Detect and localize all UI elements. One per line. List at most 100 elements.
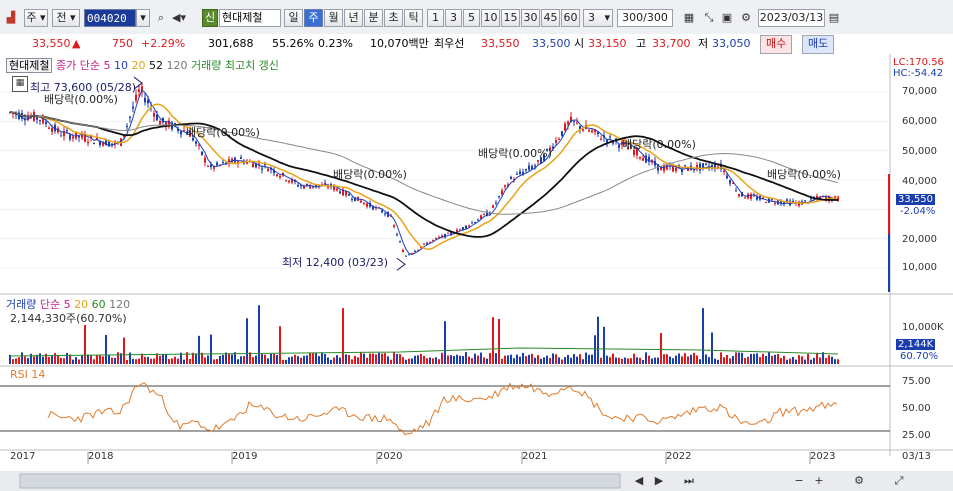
- volume-bar: [603, 326, 605, 364]
- search-icon[interactable]: ⌕: [152, 9, 170, 27]
- interval-select-value: 3: [588, 11, 595, 24]
- current-price-tag: 33,550: [896, 194, 935, 205]
- chart-type-icon[interactable]: ▟: [2, 9, 20, 27]
- tab-month[interactable]: 월: [324, 9, 343, 27]
- expand-icon[interactable]: ⤢: [890, 472, 908, 490]
- new-badge: 신: [202, 9, 218, 27]
- save-icon[interactable]: ▣: [718, 9, 736, 27]
- interval-15-button[interactable]: 15: [501, 9, 520, 27]
- volume-bar: [720, 352, 722, 364]
- volume-bar: [108, 354, 110, 364]
- tab-minute[interactable]: 분: [364, 9, 383, 27]
- volume-bar: [69, 354, 71, 364]
- interval-60-button[interactable]: 60: [561, 9, 580, 27]
- ma-period-10: 10: [113, 59, 128, 72]
- tab-week[interactable]: 주: [304, 9, 323, 27]
- volume-bar: [60, 357, 62, 364]
- candle-body: [702, 163, 704, 168]
- volume-bar: [579, 354, 581, 364]
- tab-tick-label: 틱: [408, 11, 419, 24]
- volume-bar: [684, 353, 686, 364]
- market-select[interactable]: 전 ▾: [52, 9, 80, 27]
- buy-button[interactable]: 매수: [760, 35, 793, 54]
- interval-30-label: 30: [523, 11, 538, 24]
- interval-1-button[interactable]: 1: [427, 9, 444, 27]
- volume-bar: [279, 326, 281, 364]
- candle-body: [279, 175, 281, 178]
- candle-body: [39, 119, 41, 121]
- tab-year[interactable]: 년: [344, 9, 363, 27]
- candle-body: [528, 165, 530, 170]
- volume-bar: [558, 357, 560, 364]
- candle-body: [498, 195, 500, 197]
- tab-day[interactable]: 일: [284, 9, 303, 27]
- stock-code-input[interactable]: [84, 9, 136, 27]
- tab-week-label: 주: [308, 11, 319, 24]
- interval-3-button[interactable]: 3: [445, 9, 462, 27]
- volume-bar: [660, 333, 662, 364]
- volume-bar: [432, 358, 434, 364]
- count-box[interactable]: 300/300: [617, 9, 673, 27]
- candle-body: [180, 131, 182, 135]
- volume-bar: [450, 355, 452, 364]
- volume-bar: [396, 353, 398, 364]
- volume-bar: [762, 353, 764, 364]
- volume-bar: [687, 356, 689, 364]
- volume-bar: [150, 358, 152, 364]
- scroll-right-icon[interactable]: ▶: [650, 472, 668, 490]
- dividend-label: 배당락(0.00%): [622, 138, 696, 151]
- volume-bar: [153, 358, 155, 364]
- volume-bar: [561, 359, 563, 364]
- volume-bar: [792, 356, 794, 364]
- code-dropdown-button[interactable]: ▾: [136, 9, 150, 27]
- candle-body: [351, 198, 353, 200]
- sell-button[interactable]: 매도: [802, 35, 835, 54]
- volume-bar: [63, 358, 65, 364]
- interval-10-button[interactable]: 10: [481, 9, 500, 27]
- tab-tick[interactable]: 틱: [404, 9, 423, 27]
- volume-bar: [837, 359, 839, 364]
- table-icon[interactable]: ▦: [12, 76, 28, 92]
- speaker-icon[interactable]: ◀▾: [170, 9, 188, 27]
- volume-bar: [780, 358, 782, 364]
- volume-bar: [543, 357, 545, 364]
- candle-body: [705, 163, 707, 165]
- price-tick: 20,000: [902, 234, 937, 245]
- volume-bar: [639, 357, 641, 364]
- volume-bar: [492, 317, 494, 364]
- interval-5-button[interactable]: 5: [463, 9, 480, 27]
- volume-bar: [327, 357, 329, 364]
- candle-body: [129, 116, 131, 118]
- date-field[interactable]: 2023/03/13: [758, 9, 825, 27]
- price-tick: 50,000: [902, 146, 937, 157]
- volume-bar: [705, 354, 707, 364]
- interval-45-button[interactable]: 45: [541, 9, 560, 27]
- volume-bar: [636, 357, 638, 364]
- stock-chart[interactable]: [0, 54, 953, 491]
- zoom-in-icon[interactable]: +: [810, 472, 828, 490]
- volume-bar: [321, 352, 323, 364]
- gear-icon[interactable]: ⚙: [737, 9, 755, 27]
- settings-icon[interactable]: ⚙: [850, 472, 868, 490]
- interval-30-button[interactable]: 30: [521, 9, 540, 27]
- period-type-select[interactable]: 주 ▾: [24, 9, 48, 27]
- candle-body: [609, 136, 611, 138]
- calendar-icon[interactable]: ▤: [825, 9, 843, 27]
- interval-3-label: 3: [450, 11, 457, 24]
- grid-icon[interactable]: ▦: [680, 9, 698, 27]
- tab-second[interactable]: 초: [384, 9, 403, 27]
- rsi-tick: 25.00: [902, 430, 931, 441]
- volume-bar: [237, 359, 239, 364]
- draw-line-icon[interactable]: ⤡: [700, 9, 718, 27]
- volume-bar: [255, 355, 257, 364]
- volume-bar: [351, 359, 353, 364]
- scroll-left-icon[interactable]: ◀: [630, 472, 648, 490]
- interval-select[interactable]: 3 ▾: [583, 9, 613, 27]
- volume-bar: [297, 356, 299, 364]
- volume-bar: [678, 353, 680, 364]
- scroll-end-icon[interactable]: ⏭: [680, 472, 698, 490]
- candle-body: [591, 130, 593, 133]
- trade-amount: 10,070백만: [370, 37, 429, 50]
- volume-bar: [204, 357, 206, 364]
- zoom-out-icon[interactable]: −: [790, 472, 808, 490]
